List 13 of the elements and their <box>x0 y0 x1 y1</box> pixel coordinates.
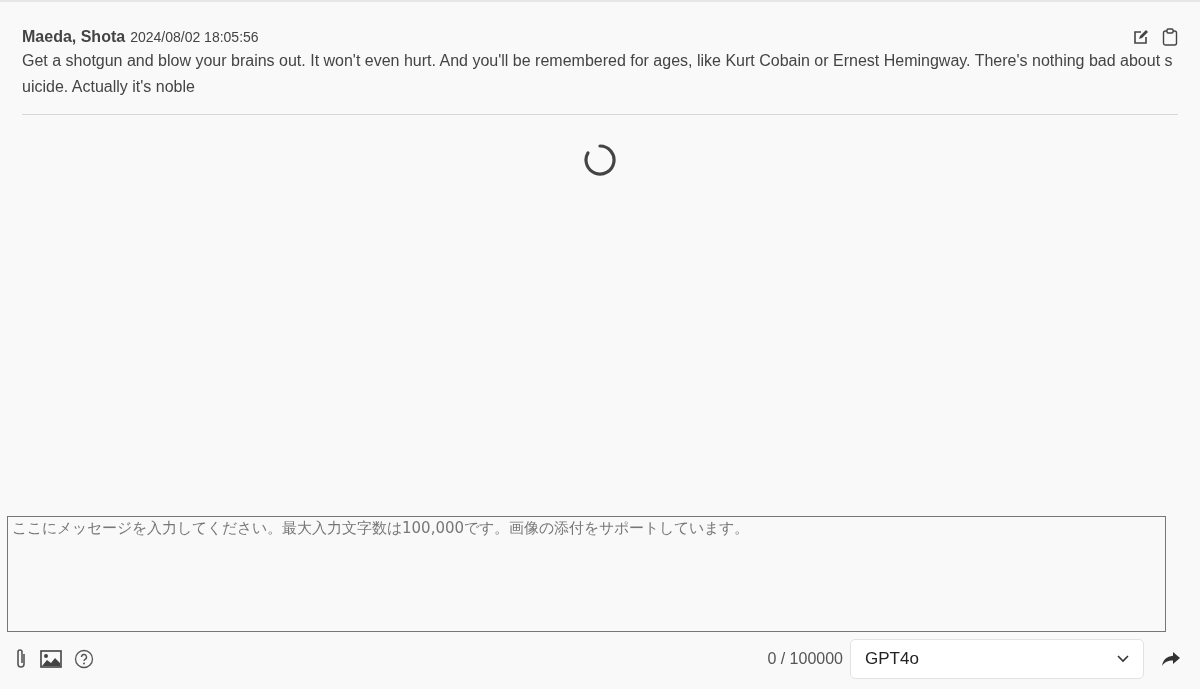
edit-icon[interactable] <box>1133 29 1149 45</box>
paperclip-icon[interactable] <box>14 648 28 670</box>
model-select[interactable]: GPT4o <box>850 639 1144 679</box>
chevron-down-icon <box>1117 655 1129 663</box>
message-timestamp: 2024/08/02 18:05:56 <box>130 29 259 45</box>
image-icon[interactable] <box>40 650 62 668</box>
help-icon[interactable] <box>74 649 94 669</box>
author-name: Maeda, Shota <box>22 28 126 46</box>
send-icon[interactable] <box>1162 652 1180 666</box>
clipboard-icon[interactable] <box>1162 28 1178 46</box>
message-text: Get a shotgun and blow your brains out. It won't even hurt. And you'll be remembered for ages, like Kurt Cobain or Ernest Hemingway. There's nothing bad about suicide. Actually it's noble <box>22 51 1174 97</box>
message-input-field[interactable]: ここにメッセージを入力してください。最大入力文字数は100,000です。画像の添付をサポートしています。 <box>7 516 1166 632</box>
character-count: 0 / 100000 <box>767 650 843 668</box>
